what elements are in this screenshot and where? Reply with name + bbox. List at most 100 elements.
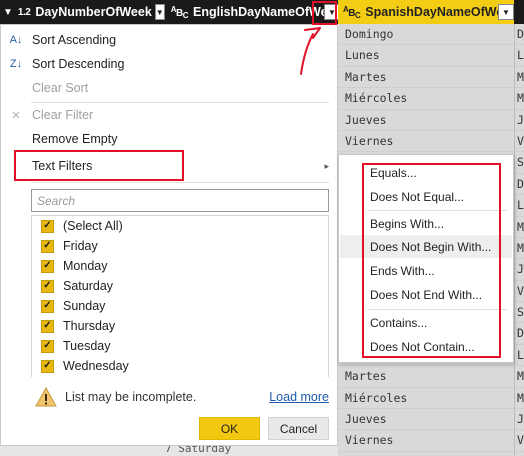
checklist-item[interactable]: ✓ Thursday [32,316,328,336]
grid-cell: M [515,388,524,410]
search-input[interactable] [37,193,328,208]
ok-button[interactable]: OK [199,417,260,440]
grid-cell: Miércoles [338,88,514,110]
checklist-item[interactable]: ✓ Saturday [32,276,328,296]
grid-bottom-cell: 7 Saturday [165,446,232,455]
incomplete-list-warning: List may be incomplete. Load more [35,385,331,409]
checklist-item-label: Wednesday [63,359,129,373]
grid-cell: M [515,88,524,110]
checkbox[interactable]: ✓ [41,299,54,313]
checkbox[interactable]: ✓ [41,319,54,333]
column-header-strip: ▼ 1.2 DayNumberOfWeek ▼ ABC EnglishDayNa… [0,0,338,24]
text-type-icon: ABC [343,4,361,20]
grid-cell: Viernes [338,430,514,452]
ends-with-item[interactable]: Ends With... [340,259,512,282]
grid-cell: J [515,409,524,431]
search-box[interactable] [31,189,329,212]
grid-cell: Martes [338,67,514,89]
grid-cell: Jueves [338,409,514,431]
grid-cell: S [515,152,524,174]
checkbox[interactable]: ✓ [41,239,54,253]
grid-cell: M [515,217,524,238]
checklist-item-label: Friday [63,239,98,253]
column-header-spanish[interactable]: ABC SpanishDayNameOfWe... ▼ [338,0,514,24]
sort-descending-label: Sort Descending [32,57,125,71]
sort-ascending-item[interactable]: A↓ Sort Ascending [1,29,337,51]
checklist-item-label: Saturday [63,279,114,293]
checklist-item[interactable]: ✓ Monday [32,256,328,276]
column-header-englishdaynameofweek[interactable]: EnglishDayNameOfWeek [193,5,338,19]
remove-empty-item[interactable]: Remove Empty [1,128,337,150]
load-more-link[interactable]: Load more [269,390,329,404]
checklist-item[interactable]: ✓ Friday [32,236,328,256]
does-not-end-with-item[interactable]: Does Not End With... [340,283,512,306]
grid-cell: M [515,238,524,260]
does-not-begin-with-item[interactable]: Does Not Begin With... [340,235,512,258]
grid-cell: Domingo [338,24,514,46]
submenu-divider [367,309,507,310]
menu-divider [31,102,329,103]
checklist-item-label: Sunday [63,299,106,313]
clear-sort-item[interactable]: Clear Sort [1,77,337,99]
grid-cell: V [515,430,524,452]
grid-cell: L [515,195,524,217]
grid-cell: Miércoles [338,388,514,410]
checkbox[interactable]: ✓ [41,219,54,233]
column-dropdown-button[interactable]: ▼ [498,4,514,20]
grid-cell: V [515,281,524,303]
decimal-type-icon: 1.2 [17,6,31,18]
checklist-item[interactable]: ✓ Sunday [32,296,328,316]
grid-cell: L [515,45,524,67]
text-filters-item[interactable]: Text Filters ▸ [1,155,337,177]
checklist-item[interactable]: ✓ (Select All) [32,216,328,236]
clear-filter-item[interactable]: ✕ Clear Filter [1,104,337,126]
filter-icon: ▼ [3,6,13,18]
clear-filter-icon: ✕ [11,109,21,122]
grid-bottom-row: 7 Saturday [0,446,338,456]
remove-empty-label: Remove Empty [32,132,118,146]
cancel-button[interactable]: Cancel [268,417,329,440]
column-header-daynumberofweek[interactable]: DayNumberOfWeek [35,5,151,19]
grid-cell: Martes [338,366,514,388]
checklist-item[interactable]: ✓ Tuesday [32,336,328,356]
menu-divider [31,182,329,183]
does-not-contain-item[interactable]: Does Not Contain... [340,335,512,358]
grid-cell: L [515,345,524,367]
equals-item[interactable]: Equals... [340,161,512,184]
value-checklist[interactable]: ✓ (Select All) ✓ Friday ✓ Monday ✓ Saturday ✓ Sun… [31,215,329,377]
does-not-equal-item[interactable]: Does Not Equal... [340,185,512,208]
grid-cell: Jueves [338,110,514,131]
text-filters-submenu: Equals... Does Not Equal... Begins With.… [338,154,514,363]
column-filter-menu: A↓ Sort Ascending Z↓ Sort Descending Cle… [0,24,338,446]
grid-cell: M [515,67,524,89]
checklist-item-label: Thursday [63,319,116,333]
column-dropdown-button-active[interactable]: ▼ [324,4,338,20]
clear-sort-label: Clear Sort [32,81,89,95]
checklist-item-label: Tuesday [63,339,111,353]
next-column-cells: DLMMJVSDLMMJVSDLMMJVS [514,24,524,456]
submenu-divider [367,210,507,211]
checkbox[interactable]: ✓ [41,339,54,353]
checkbox[interactable]: ✓ [41,359,54,373]
checkbox[interactable]: ✓ [41,279,54,293]
warning-text: List may be incomplete. [65,390,197,404]
checkbox[interactable]: ✓ [41,259,54,273]
grid-cell: D [515,174,524,196]
checklist-item-label: (Select All) [63,219,123,233]
grid-cell: V [515,131,524,153]
column-header-next[interactable] [514,0,524,24]
column-header-spanishdaynameofweek[interactable]: SpanishDayNameOfWe... [365,5,513,19]
grid-cell: J [515,259,524,281]
begins-with-item[interactable]: Begins With... [340,212,512,235]
grid-cell: S [515,452,524,456]
grid-cell: Lunes [338,45,514,67]
grid-cell: Viernes [338,131,514,153]
grid-cell: D [515,323,524,345]
checklist-item[interactable]: ✓ Wednesday [32,356,328,376]
grid-cell: J [515,110,524,131]
column-dropdown-button[interactable]: ▼ [154,4,165,20]
grid-cell: D [515,24,524,46]
grid-cell: Sábado [338,452,514,456]
sort-descending-item[interactable]: Z↓ Sort Descending [1,53,337,75]
contains-item[interactable]: Contains... [340,311,512,334]
